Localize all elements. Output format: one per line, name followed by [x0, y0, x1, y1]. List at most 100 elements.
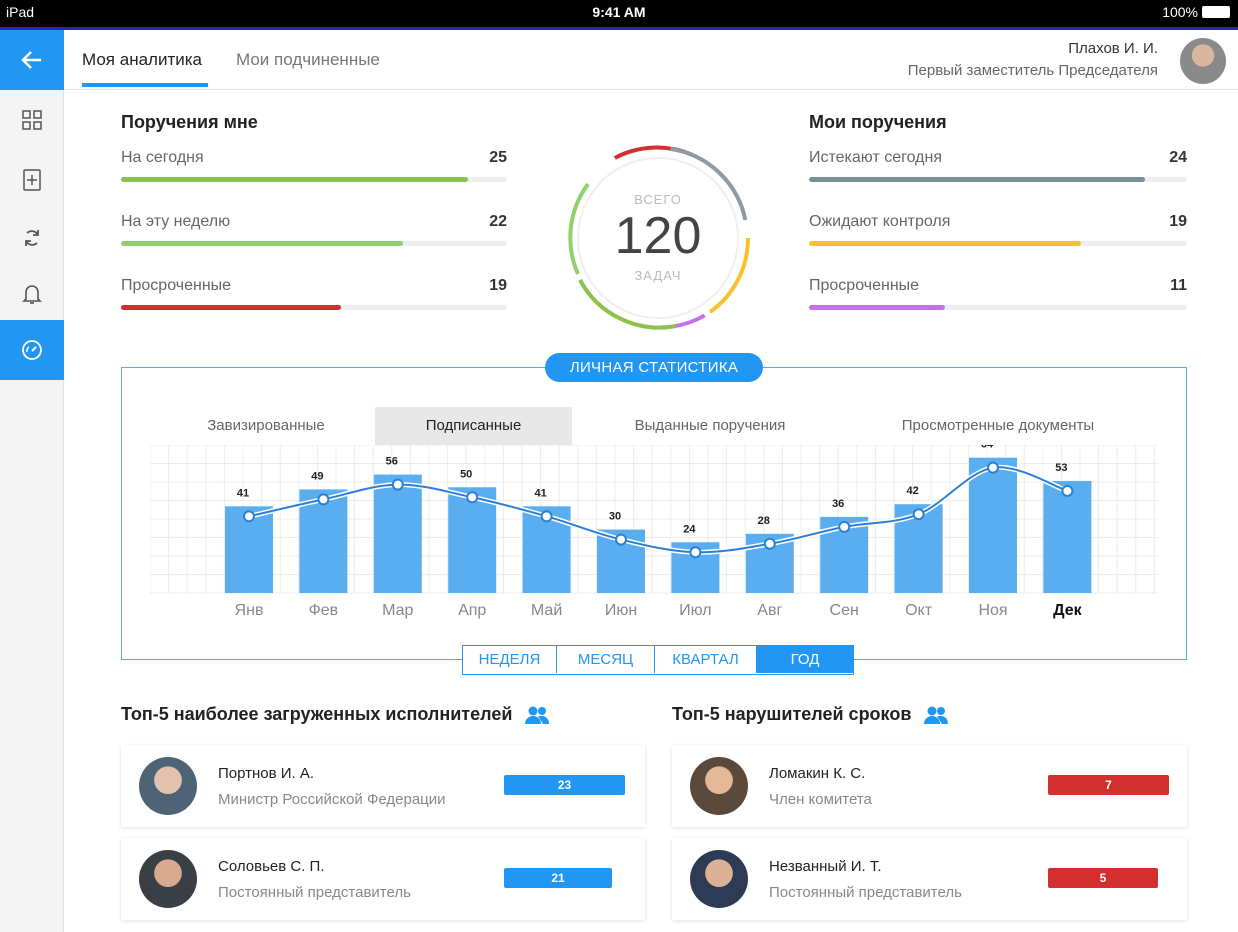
data-label: 42	[906, 485, 918, 497]
nav-grid[interactable]	[0, 90, 64, 150]
count-badge: 23	[504, 775, 625, 795]
side-nav	[0, 30, 64, 932]
tab-my-subordinates[interactable]: Мои подчиненные	[236, 50, 380, 70]
stat-row-awaiting-control[interactable]: Ожидают контроля 19	[809, 213, 1187, 277]
progress-fill	[809, 305, 946, 310]
tab-endorsed[interactable]: Завизированные	[160, 407, 372, 445]
tab-my-analytics[interactable]: Моя аналитика	[82, 50, 202, 70]
stat-row-overdue[interactable]: Просроченные 11	[809, 277, 1187, 341]
avatar	[690, 757, 748, 815]
nav-notifications[interactable]	[0, 264, 64, 324]
person-role: Министр Российской Федерации	[218, 791, 446, 808]
dashboard-gauge-icon	[22, 340, 42, 360]
period-quarter[interactable]: КВАРТАЛ	[655, 646, 757, 673]
data-label: 56	[386, 456, 398, 468]
list-item[interactable]: Портнов И. А. Министр Российской Федерац…	[121, 745, 645, 827]
x-tick-label: Дек	[1053, 602, 1082, 619]
trend-point	[1061, 484, 1074, 497]
x-tick-label: Авг	[757, 602, 782, 619]
nav-dashboard[interactable]	[0, 320, 64, 380]
top-loaded-title: Топ-5 наиболее загруженных исполнителей	[121, 704, 550, 725]
stat-label: Истекают сегодня	[809, 149, 942, 166]
people-icon[interactable]	[923, 705, 949, 725]
section-title: Поручения мне	[121, 112, 258, 132]
user-role: Первый заместитель Председателя	[907, 62, 1158, 79]
trend-point	[317, 493, 330, 506]
trend-point	[838, 520, 851, 533]
nav-sync[interactable]	[0, 208, 64, 268]
count-badge: 21	[504, 868, 612, 888]
x-tick-label: Апр	[458, 602, 486, 619]
list-item[interactable]: Ломакин К. С. Член комитета 7	[672, 745, 1187, 827]
chart-bar	[969, 457, 1017, 593]
progress-track	[121, 305, 507, 310]
avatar[interactable]	[1180, 38, 1226, 84]
personal-stats-title: ЛИЧНАЯ СТАТИСТИКА	[545, 353, 763, 382]
data-label: 28	[758, 515, 770, 527]
sync-icon	[25, 230, 39, 246]
back-arrow-icon	[21, 51, 41, 69]
data-label: 36	[832, 498, 844, 510]
data-label: 64	[981, 445, 994, 451]
stat-value: 24	[1169, 149, 1187, 166]
period-year[interactable]: ГОД	[757, 646, 853, 673]
my-assignments: Мои поручения Истекают сегодня 24 Ожидаю…	[809, 112, 1187, 341]
bell-icon	[22, 285, 42, 304]
stat-row-expiring-today[interactable]: Истекают сегодня 24	[809, 149, 1187, 213]
progress-track	[121, 241, 507, 246]
data-label: 41	[534, 487, 546, 499]
data-label: 24	[683, 523, 696, 535]
progress-track	[809, 177, 1187, 182]
person-role: Постоянный представитель	[218, 884, 411, 901]
active-tab-indicator	[82, 83, 208, 87]
trend-line-halo	[248, 464, 1069, 555]
person-name: Незванный И. Т.	[769, 858, 882, 875]
user-name: Плахов И. И.	[1068, 40, 1158, 57]
tab-signed[interactable]: Подписанные	[375, 407, 572, 445]
person-role: Постоянный представитель	[769, 884, 962, 901]
back-button[interactable]	[0, 30, 64, 90]
x-tick-label: Июл	[679, 602, 711, 619]
trend-point	[763, 537, 776, 550]
list-item[interactable]: Незванный И. Т. Постоянный представитель…	[672, 838, 1187, 920]
x-tick-label: Ноя	[978, 602, 1007, 619]
grid-icon	[22, 110, 42, 130]
data-label: 41	[237, 487, 249, 499]
x-tick-label: Сен	[830, 602, 859, 619]
stat-row-today[interactable]: На сегодня 25	[121, 149, 507, 213]
stat-value: 22	[489, 213, 507, 230]
progress-fill	[809, 241, 1082, 246]
ring-bottom-label: ЗАДАЧ	[634, 268, 682, 283]
total-count: 120	[614, 207, 702, 265]
ring-top-label: ВСЕГО	[634, 192, 682, 207]
stat-row-overdue[interactable]: Просроченные 19	[121, 277, 507, 341]
total-tasks-label: ВСЕГО 120 ЗАДАЧ	[560, 140, 756, 336]
avatar	[690, 850, 748, 908]
nav-new-document[interactable]	[0, 150, 64, 210]
assigned-to-me: Поручения мне На сегодня 25 На эту недел…	[121, 112, 507, 341]
count-badge: 7	[1048, 775, 1169, 795]
section-title: Мои поручения	[809, 112, 947, 132]
list-item[interactable]: Соловьев С. П. Постоянный представитель …	[121, 838, 645, 920]
stat-value: 11	[1170, 277, 1187, 294]
people-icon[interactable]	[524, 705, 550, 725]
tab-issued-assignments[interactable]: Выданные поручения	[600, 407, 820, 445]
data-label: 50	[460, 468, 472, 480]
period-month[interactable]: МЕСЯЦ	[557, 646, 655, 673]
battery-indicator: 100%	[1162, 4, 1230, 20]
trend-point	[987, 461, 999, 474]
progress-fill	[121, 177, 469, 182]
tab-viewed-documents[interactable]: Просмотренные документы	[862, 407, 1134, 445]
stat-row-week[interactable]: На эту неделю 22	[121, 213, 507, 277]
list-title-text: Топ-5 наиболее загруженных исполнителей	[121, 704, 513, 724]
count-badge: 5	[1048, 868, 1158, 888]
progress-track	[121, 177, 507, 182]
period-week[interactable]: НЕДЕЛЯ	[463, 646, 557, 673]
x-tick-label: Мар	[382, 602, 413, 619]
stat-value: 19	[489, 277, 507, 294]
trend-point	[243, 510, 255, 523]
person-name: Ломакин К. С.	[769, 765, 866, 782]
person-name: Портнов И. А.	[218, 765, 315, 782]
trend-line	[248, 466, 1068, 554]
progress-fill	[809, 177, 1146, 182]
